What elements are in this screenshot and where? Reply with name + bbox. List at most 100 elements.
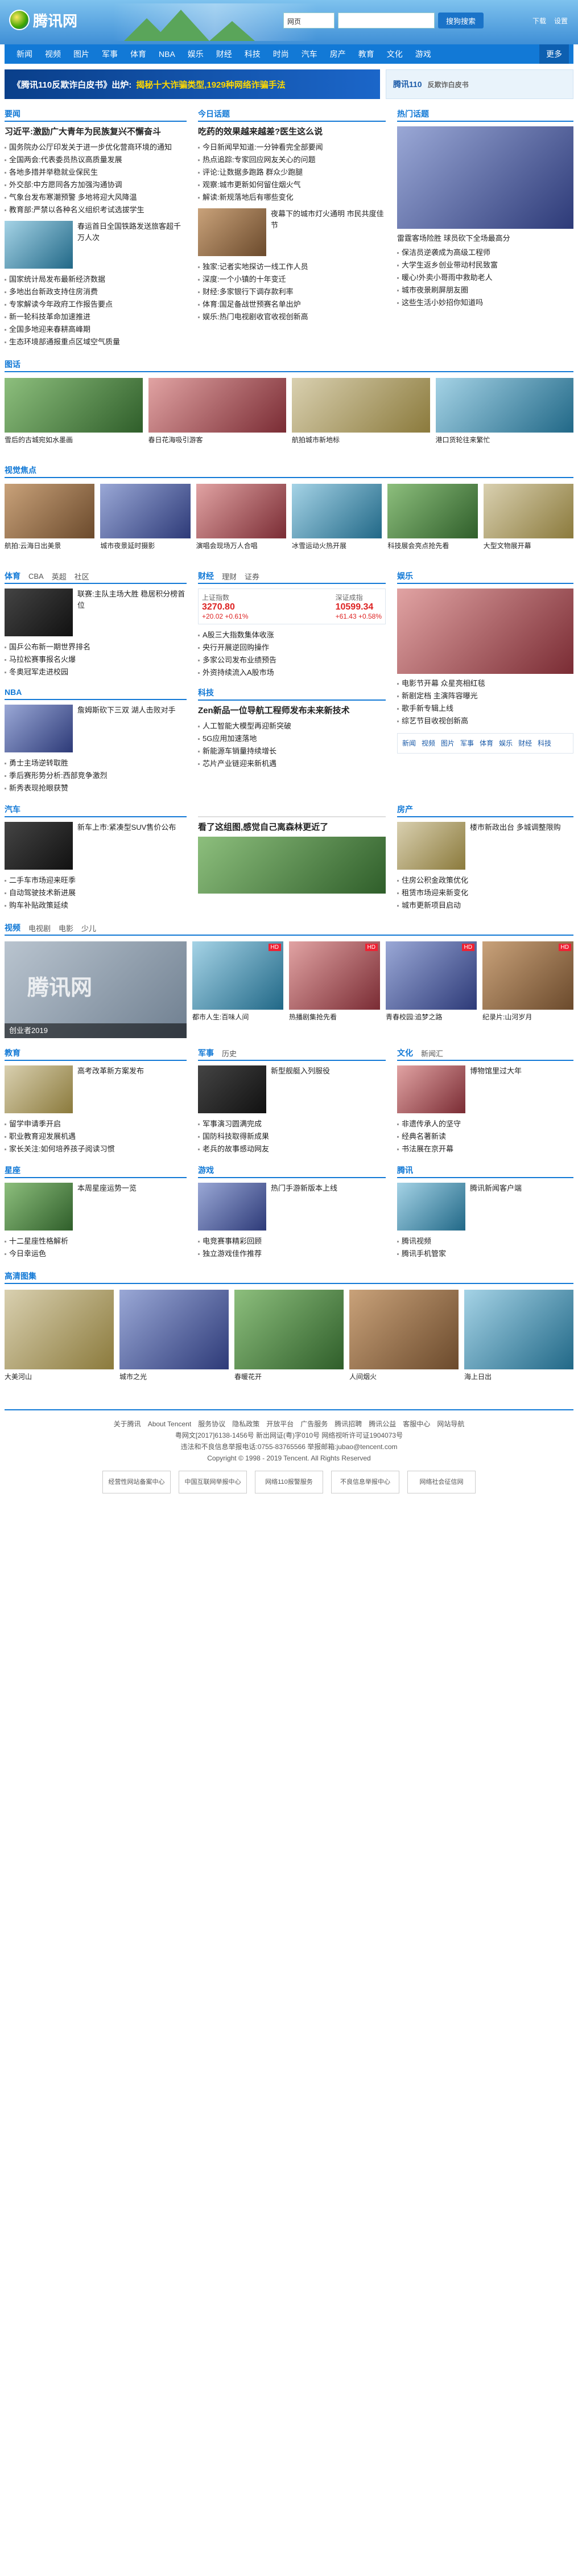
list-item[interactable]: 家长关注:如何培养孩子阅读习惯 <box>5 1143 187 1155</box>
list-item[interactable]: 体育:国足备战世预赛名单出炉 <box>198 298 386 311</box>
nav-item[interactable]: 时尚 <box>267 44 295 64</box>
sports-image[interactable] <box>5 589 73 636</box>
list-item[interactable]: 芯片产业链迎来新机遇 <box>198 758 386 770</box>
visual-card[interactable]: 冰雪运动火热开展 <box>291 484 382 561</box>
list-item[interactable]: 勇士主场逆转取胜 <box>5 757 187 769</box>
list-item[interactable]: 外资持续流入A股市场 <box>198 666 386 679</box>
list-item[interactable]: 租赁市场迎来新变化 <box>397 887 573 899</box>
nav-item[interactable]: 房产 <box>324 44 352 64</box>
visual-card[interactable]: 科技展会亮点抢先看 <box>387 484 478 561</box>
list-item[interactable]: 观察:城市更新如何留住烟火气 <box>198 179 386 191</box>
list-item[interactable]: 十二星座性格解析 <box>5 1235 187 1248</box>
headline[interactable]: 习近平:激励广大青年为民族复兴不懈奋斗 <box>5 126 187 138</box>
section-header[interactable]: 今日话题 <box>198 107 386 122</box>
list-item[interactable]: 保洁员逆袭成为高级工程师 <box>397 246 573 259</box>
section-header[interactable]: 娱乐 <box>397 569 573 584</box>
section-header[interactable]: 教育 <box>5 1046 187 1061</box>
search-type-select[interactable]: 网页 <box>283 13 335 28</box>
culture-image[interactable] <box>397 1065 465 1113</box>
gallery-card[interactable]: 大美河山 <box>5 1290 114 1392</box>
photo-card[interactable]: 航拍城市新地标 <box>292 378 430 455</box>
news-pic[interactable]: 春运首日全国铁路发送旅客超千万人次 <box>5 221 187 269</box>
section-header[interactable]: 科技 <box>198 686 386 701</box>
nav-more-button[interactable]: 更多 <box>539 44 569 64</box>
footer-link[interactable]: 腾讯招聘 <box>335 1418 362 1430</box>
list-item[interactable]: 腾讯手机管家 <box>397 1248 573 1260</box>
gallery-card[interactable]: 城市之光 <box>119 1290 229 1392</box>
list-item[interactable]: 财经:多家银行下调存款利率 <box>198 286 386 298</box>
footer-link[interactable]: 网站导航 <box>437 1418 464 1430</box>
list-item[interactable]: 新一轮科技革命加速推进 <box>5 311 187 323</box>
headline[interactable]: 吃药的效果越来越差?医生这么说 <box>198 126 386 138</box>
search-button[interactable]: 搜狗搜索 <box>438 13 484 28</box>
list-item[interactable]: 电影节开幕 众星亮相红毯 <box>397 677 573 690</box>
list-item[interactable]: 歌手新专辑上线 <box>397 702 573 715</box>
list-item[interactable]: 多家公司发布业绩预告 <box>198 654 386 666</box>
list-item[interactable]: 专家解读今年政府工作报告要点 <box>5 298 187 311</box>
app-image[interactable] <box>397 1183 465 1231</box>
section-header[interactable]: 体育 <box>5 570 20 582</box>
section-header[interactable]: 视觉焦点 <box>5 463 573 478</box>
list-item[interactable]: 央行开展逆回购操作 <box>198 641 386 654</box>
footer-badge[interactable]: 网络110报警服务 <box>255 1471 323 1493</box>
list-item[interactable]: 生态环境部通报重点区域空气质量 <box>5 336 187 348</box>
list-item[interactable]: 评论:让数据多跑路 群众少跑腿 <box>198 166 386 179</box>
gallery-card[interactable]: 人间烟火 <box>349 1290 459 1392</box>
list-item[interactable]: 马拉松赛事报名火爆 <box>5 653 187 666</box>
list-item[interactable]: 城市更新项目启动 <box>397 899 573 912</box>
list-item[interactable]: 全国两会:代表委员热议高质量发展 <box>5 154 187 166</box>
list-item[interactable]: 全国多地迎来春耕高峰期 <box>5 323 187 336</box>
visual-card[interactable]: 大型文物展开幕 <box>483 484 573 561</box>
video-thumb[interactable]: HD 纪录片:山河岁月 <box>482 941 573 1038</box>
anti-fraud-banner[interactable]: 《腾讯110反欺诈白皮书》出炉: 揭秘十大诈骗类型,1929种网络诈骗手法 <box>5 69 380 99</box>
list-item[interactable]: 深度:一个小镇的十年变迁 <box>198 273 386 286</box>
nav-item[interactable]: 科技 <box>238 44 267 64</box>
nav-item[interactable]: 教育 <box>352 44 381 64</box>
tab[interactable]: 英超 <box>52 571 67 582</box>
list-item[interactable]: 电竞赛事精彩回顾 <box>198 1235 386 1248</box>
photo-card[interactable]: 春日花海吸引游客 <box>148 378 286 455</box>
list-item[interactable]: 冬奥冠军走进校园 <box>5 666 187 678</box>
list-item[interactable]: 解读:新规落地后有哪些变化 <box>198 191 386 204</box>
settings-link[interactable]: 设置 <box>554 16 568 26</box>
list-item[interactable]: 综艺节目收视创新高 <box>397 715 573 727</box>
tab[interactable]: 少儿 <box>81 923 96 933</box>
headline[interactable]: Zen新品一位导航工程师发布未来新技术 <box>198 705 386 717</box>
gallery-card[interactable]: 海上日出 <box>464 1290 573 1392</box>
tab[interactable]: 新闻汇 <box>421 1048 443 1059</box>
list-item[interactable]: 国务院办公厅印发关于进一步优化营商环境的通知 <box>5 141 187 154</box>
section-header[interactable]: 房产 <box>397 803 573 817</box>
tab[interactable]: CBA <box>28 572 44 581</box>
download-link[interactable]: 下载 <box>532 16 546 26</box>
list-item[interactable]: 留学申请季开启 <box>5 1118 187 1130</box>
list-item[interactable]: 娱乐:热门电视剧收官收视创新高 <box>198 311 386 323</box>
list-item[interactable]: 教育部:严禁以各种名义组织考试选拔学生 <box>5 204 187 216</box>
tencent110-banner[interactable]: 腾讯110 反欺诈白皮书 <box>386 69 573 99</box>
list-item[interactable]: 暖心!外卖小哥雨中救助老人 <box>397 271 573 284</box>
list-item[interactable]: 热点追踪:专家回应网友关心的问题 <box>198 154 386 166</box>
section-header[interactable]: 视频 <box>5 922 20 933</box>
headline[interactable]: 看了这组图,感觉自己离森林更近了 <box>198 822 386 833</box>
featured-video[interactable]: 腾讯网 创业者2019 <box>5 941 187 1038</box>
section-header[interactable]: 汽车 <box>5 803 187 817</box>
visual-card[interactable]: 城市夜景延时摄影 <box>100 484 191 561</box>
list-item[interactable]: 非遗传承人的坚守 <box>397 1118 573 1130</box>
list-item[interactable]: 军事演习圆满完成 <box>198 1118 386 1130</box>
list-item[interactable]: 购车补贴政策延续 <box>5 899 187 912</box>
list-item[interactable]: 住房公积金政策优化 <box>397 874 573 887</box>
nav-item[interactable]: 视频 <box>39 44 67 64</box>
nba-image[interactable] <box>5 705 73 752</box>
section-header[interactable]: 财经 <box>198 570 214 582</box>
list-item[interactable]: 自动驾驶技术新进展 <box>5 887 187 899</box>
auto-main-image[interactable] <box>198 837 386 894</box>
nav-item[interactable]: 军事 <box>96 44 124 64</box>
video-thumb[interactable]: HD 都市人生:百味人间 <box>192 941 283 1038</box>
list-item[interactable]: 独家:记者实地探访一线工作人员 <box>198 261 386 273</box>
gallery-card[interactable]: 春暖花开 <box>234 1290 344 1392</box>
games-image[interactable] <box>198 1183 266 1231</box>
section-header[interactable]: 文化 <box>397 1047 413 1059</box>
section-header[interactable]: 腾讯 <box>397 1163 573 1178</box>
section-header[interactable]: 要闻 <box>5 107 187 122</box>
footer-badge[interactable]: 不良信息举报中心 <box>331 1471 399 1493</box>
photo-card[interactable]: 雪后的古城宛如水墨画 <box>5 378 143 455</box>
